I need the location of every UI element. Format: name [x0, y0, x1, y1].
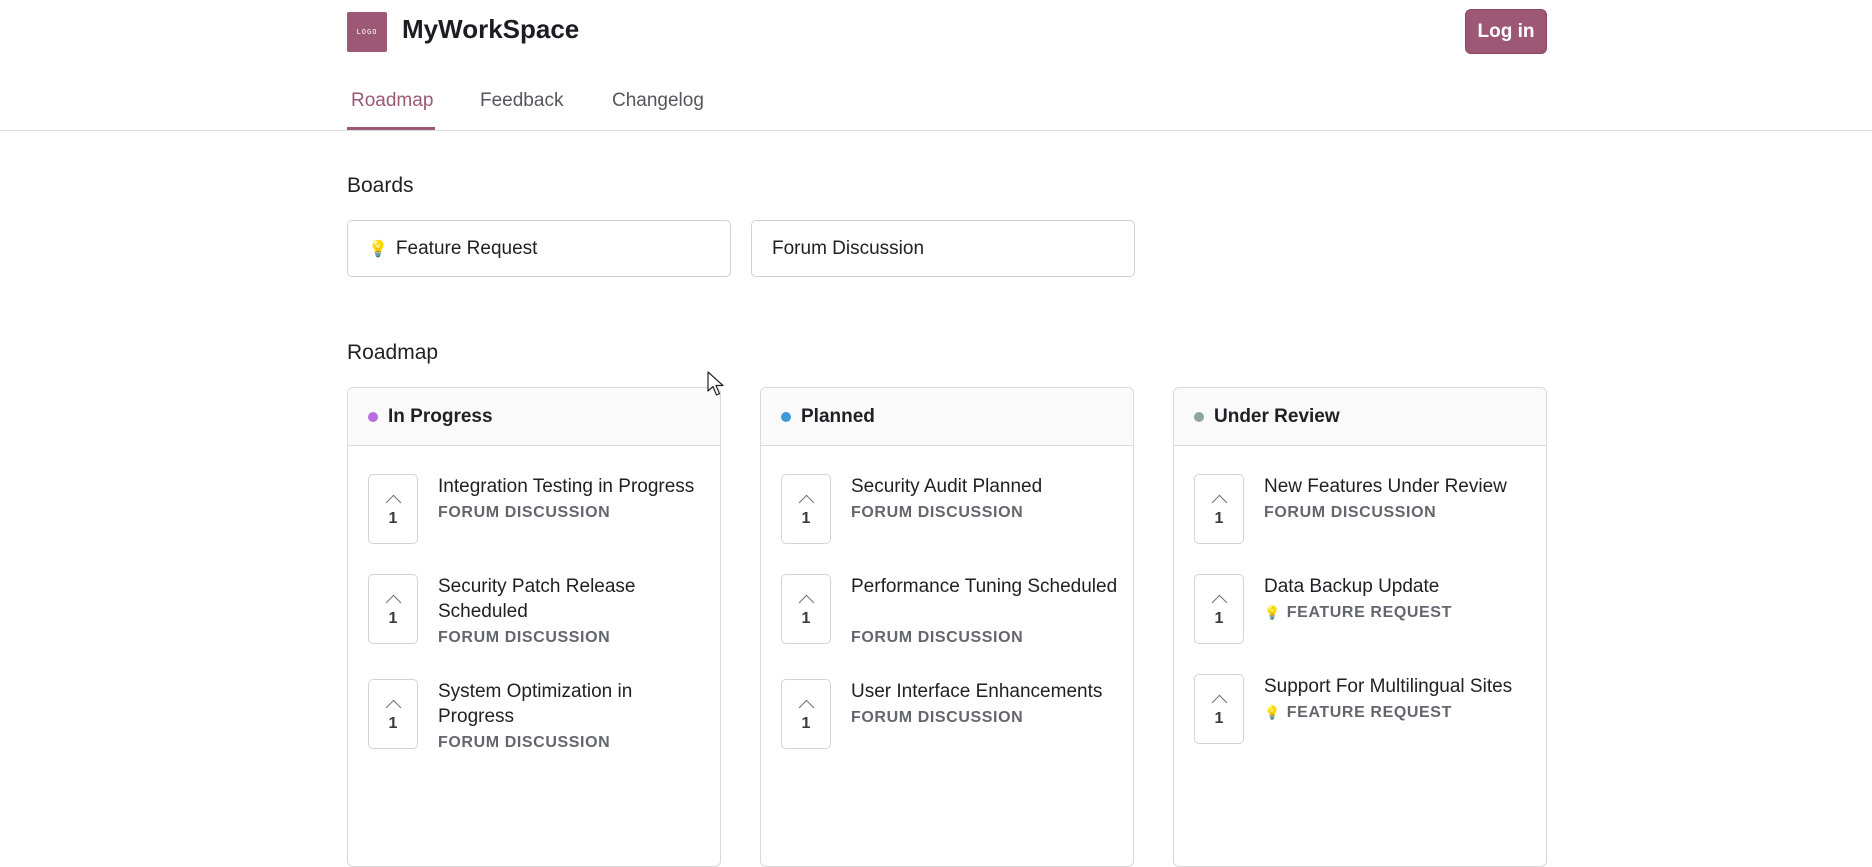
status-dot — [781, 411, 791, 422]
board-label: Feature Request — [395, 237, 538, 259]
chevron-up-icon — [385, 494, 401, 510]
roadmap-heading: Roadmap — [347, 341, 439, 364]
upvote-button[interactable]: 1 — [781, 574, 831, 644]
upvote-button[interactable]: 1 — [781, 679, 831, 749]
card-board-tag: FORUM DISCUSSION — [1264, 504, 1437, 521]
active-tab-indicator — [347, 127, 435, 130]
column-title: In Progress — [388, 405, 493, 427]
tab-changelog[interactable]: Changelog — [612, 90, 704, 112]
mouse-cursor-icon — [707, 371, 724, 396]
tab-roadmap[interactable]: Roadmap — [351, 90, 433, 112]
vote-count: 1 — [801, 509, 811, 527]
vote-count: 1 — [1214, 609, 1224, 627]
board-label: Forum Discussion — [772, 237, 925, 259]
login-button[interactable]: Log in — [1465, 9, 1547, 54]
vote-count: 1 — [388, 714, 398, 732]
column-header: In Progress — [348, 388, 720, 446]
card-title[interactable]: Integration Testing in Progress — [438, 474, 708, 499]
card-board-tag-label: FEATURE REQUEST — [1286, 704, 1452, 721]
upvote-button[interactable]: 1 — [1194, 574, 1244, 644]
chevron-up-icon — [385, 594, 401, 610]
status-dot — [1194, 411, 1204, 422]
roadmap-column-in-progress: In Progress 1 Integration Testing in Pro… — [347, 387, 721, 867]
card-title[interactable]: Performance Tuning Scheduled — [851, 574, 1121, 599]
lightbulb-icon: 💡 — [1264, 705, 1281, 720]
chevron-up-icon — [798, 494, 814, 510]
status-dot — [368, 411, 378, 422]
board-feature-request[interactable]: 💡 Feature Request — [347, 220, 731, 277]
card-title[interactable]: Security Audit Planned — [851, 474, 1121, 499]
card-title[interactable]: User Interface Enhancements — [851, 679, 1121, 704]
chevron-up-icon — [798, 594, 814, 610]
card-board-tag: FORUM DISCUSSION — [851, 709, 1024, 726]
lightbulb-icon: 💡 — [1264, 605, 1281, 620]
top-navigation: LOGO MyWorkSpace Log in Roadmap Feedback… — [0, 0, 1872, 131]
card-board-tag-label: FEATURE REQUEST — [1286, 604, 1452, 621]
vote-count: 1 — [388, 509, 398, 527]
chevron-up-icon — [1211, 694, 1227, 710]
card-title[interactable]: Security Patch Release Scheduled — [438, 574, 708, 624]
column-header: Under Review — [1174, 388, 1546, 446]
vote-count: 1 — [388, 609, 398, 627]
card-title[interactable]: New Features Under Review — [1264, 474, 1534, 499]
vote-count: 1 — [801, 609, 811, 627]
chevron-up-icon — [1211, 594, 1227, 610]
card-title[interactable]: Data Backup Update — [1264, 574, 1534, 599]
chevron-up-icon — [1211, 494, 1227, 510]
logo[interactable]: LOGO — [347, 12, 387, 52]
column-header: Planned — [761, 388, 1133, 446]
chevron-up-icon — [798, 699, 814, 715]
upvote-button[interactable]: 1 — [368, 474, 418, 544]
vote-count: 1 — [1214, 509, 1224, 527]
upvote-button[interactable]: 1 — [368, 679, 418, 749]
logo-text: LOGO — [356, 28, 378, 36]
card-board-tag: 💡 FEATURE REQUEST — [1264, 704, 1452, 722]
vote-count: 1 — [801, 714, 811, 732]
card-board-tag: FORUM DISCUSSION — [438, 629, 611, 646]
card-title[interactable]: Support For Multilingual Sites — [1264, 674, 1534, 699]
column-title: Planned — [801, 405, 875, 427]
card-board-tag: FORUM DISCUSSION — [851, 504, 1024, 521]
roadmap-column-planned: Planned 1 Security Audit Planned FORUM D… — [760, 387, 1134, 867]
card-board-tag: 💡 FEATURE REQUEST — [1264, 604, 1452, 622]
chevron-up-icon — [385, 699, 401, 715]
brand-name[interactable]: MyWorkSpace — [402, 14, 579, 45]
upvote-button[interactable]: 1 — [781, 474, 831, 544]
card-board-tag: FORUM DISCUSSION — [438, 504, 611, 521]
card-board-tag: FORUM DISCUSSION — [438, 734, 611, 751]
vote-count: 1 — [1214, 709, 1224, 727]
column-title: Under Review — [1214, 405, 1340, 427]
roadmap-column-under-review: Under Review 1 New Features Under Review… — [1173, 387, 1547, 867]
card-title[interactable]: System Optimization in Progress — [438, 679, 708, 729]
upvote-button[interactable]: 1 — [1194, 674, 1244, 744]
card-board-tag: FORUM DISCUSSION — [851, 629, 1024, 646]
board-forum-discussion[interactable]: Forum Discussion — [751, 220, 1135, 277]
boards-heading: Boards — [347, 174, 414, 197]
tab-feedback[interactable]: Feedback — [480, 90, 563, 112]
lightbulb-icon: 💡 — [368, 240, 388, 258]
upvote-button[interactable]: 1 — [1194, 474, 1244, 544]
upvote-button[interactable]: 1 — [368, 574, 418, 644]
